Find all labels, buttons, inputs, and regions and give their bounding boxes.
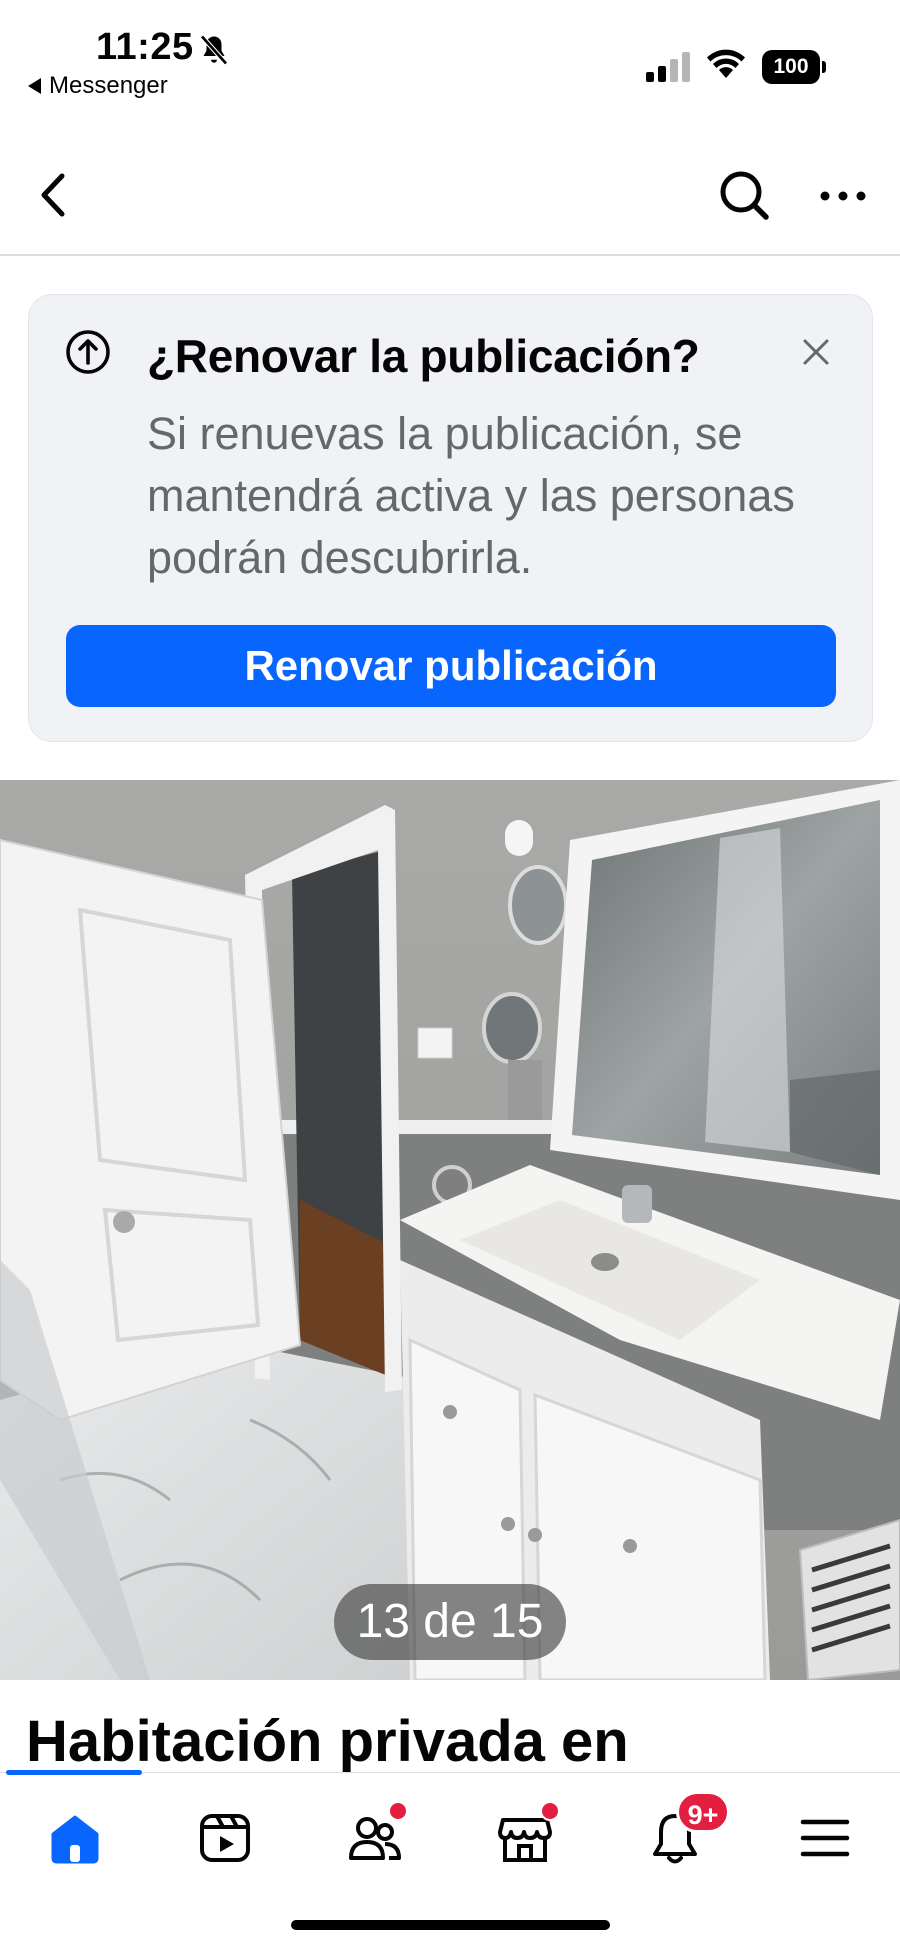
bell-muted-icon [200, 34, 228, 66]
renew-listing-card: ¿Renovar la publicación? Si renuevas la … [28, 294, 873, 742]
tab-marketplace[interactable] [490, 1801, 560, 1873]
search-icon[interactable] [716, 168, 772, 224]
tab-friends[interactable] [340, 1801, 410, 1873]
back-app-label: Messenger [49, 72, 168, 99]
bathroom-photo [0, 780, 900, 1680]
friends-notification-dot [388, 1801, 408, 1821]
tab-scroll-indicator [6, 1770, 142, 1775]
tab-menu[interactable] [790, 1803, 860, 1873]
photo-counter: 13 de 15 [334, 1584, 566, 1660]
arrow-up-circle-icon [66, 330, 110, 374]
more-icon[interactable] [818, 178, 868, 214]
home-indicator [291, 1920, 610, 1930]
tab-video[interactable] [190, 1803, 260, 1873]
home-icon [51, 1815, 99, 1864]
renew-description: Si renuevas la publicación, se mantendrá… [147, 408, 795, 583]
wifi-icon [707, 49, 745, 78]
marketplace-notification-dot [540, 1801, 560, 1821]
battery-icon: 100 [762, 50, 826, 84]
close-icon[interactable] [799, 335, 833, 369]
back-to-messenger[interactable]: Messenger [28, 72, 168, 100]
notifications-badge: 9+ [676, 1791, 730, 1833]
back-arrow-icon[interactable] [32, 166, 76, 224]
signal-icon [646, 52, 690, 82]
menu-icon [800, 1819, 850, 1857]
listing-photo[interactable]: 13 de 15 [0, 780, 900, 1680]
renew-title: ¿Renovar la publicación? [147, 330, 700, 382]
top-nav [0, 140, 900, 256]
renew-listing-button[interactable]: Renovar publicación [66, 625, 836, 707]
back-triangle-icon [28, 78, 41, 94]
video-icon [200, 1814, 250, 1862]
status-time: 11:25 [96, 26, 194, 68]
status-bar: 11:25 Messenger 100 [0, 0, 900, 110]
tab-home[interactable] [40, 1803, 110, 1873]
battery-level: 100 [762, 50, 820, 84]
listing-title: Habitación privada en [26, 1709, 629, 1774]
